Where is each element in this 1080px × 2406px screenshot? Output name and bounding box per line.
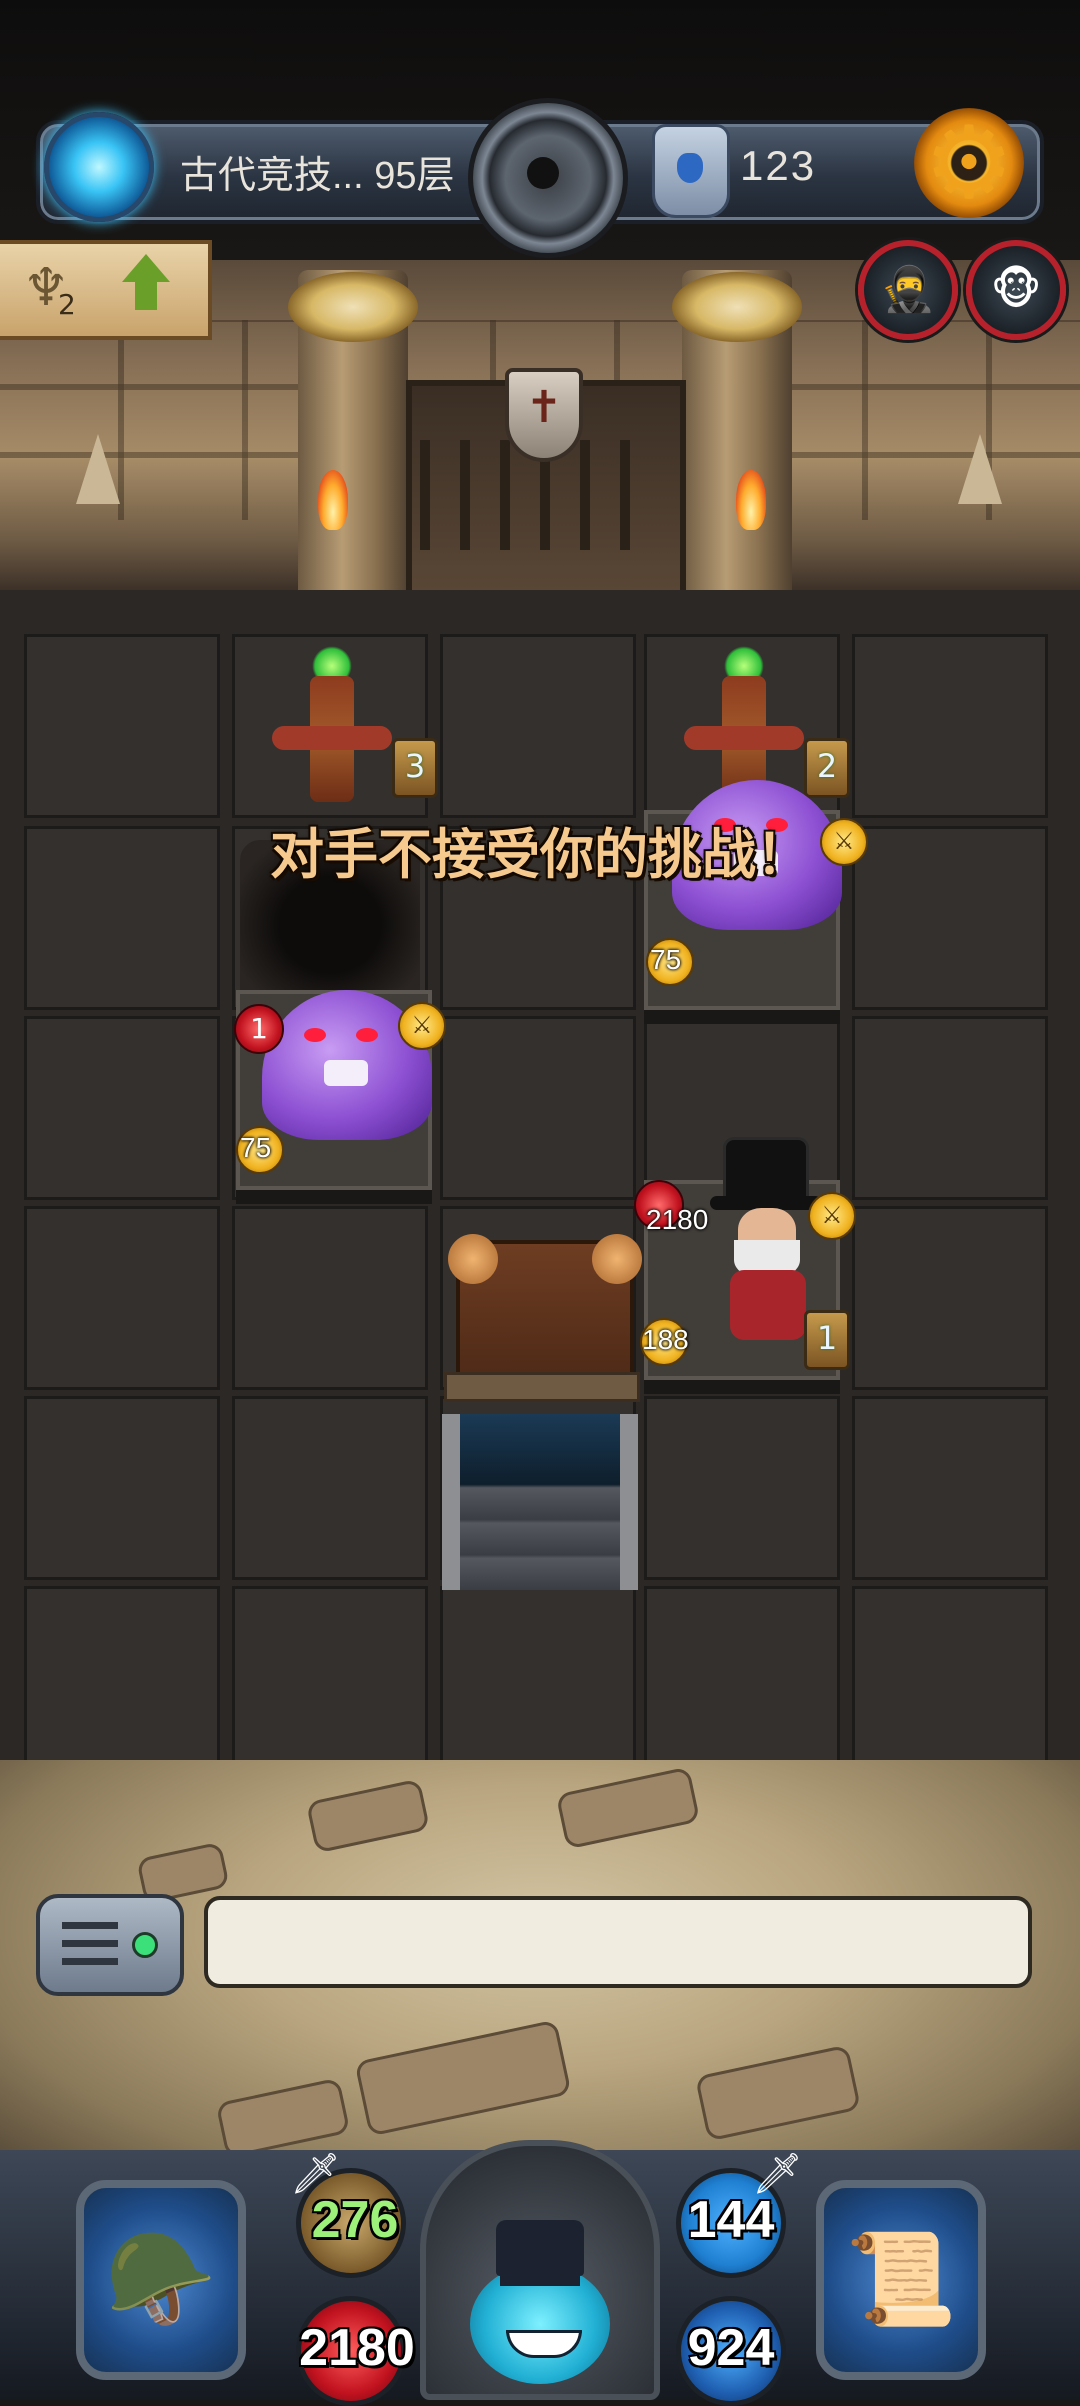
ghost-hp-value: 1 (234, 1004, 284, 1054)
board-tile[interactable] (852, 1396, 1048, 1580)
helmet-compass-icon: 🪖 (104, 2227, 218, 2332)
opponent-avatar-1[interactable]: 🥷 (858, 240, 958, 340)
torch-flame-icon (318, 470, 348, 530)
stairs-down[interactable] (442, 1414, 638, 1590)
status-dot-icon (132, 1932, 158, 1958)
message-box (204, 1896, 1032, 1988)
gear-icon: ⚙ (924, 104, 1014, 221)
sword-badge-icon: ⚔ (398, 1002, 446, 1050)
general-attack-value: 188 (642, 1324, 689, 1355)
up-arrow-icon (116, 254, 176, 318)
board-tile[interactable] (232, 1206, 428, 1390)
torch-flame-icon (736, 470, 766, 530)
board-tile[interactable] (440, 1586, 636, 1770)
masked-face-icon: 🥷 (880, 264, 936, 315)
rune-stone-icon (652, 124, 730, 218)
board-tile[interactable] (24, 1206, 220, 1390)
ghost-eyes (304, 1028, 384, 1048)
totem-wings (272, 726, 392, 750)
totem-counter: 3 (392, 738, 438, 798)
board-tile[interactable] (24, 1586, 220, 1770)
board-tile[interactable] (852, 1586, 1048, 1770)
portal-icon[interactable] (44, 112, 154, 222)
spike-decoration (958, 434, 1002, 504)
settings-button[interactable]: ⚙ (914, 108, 1024, 218)
general-counter: 1 (804, 1310, 850, 1370)
board-tile[interactable] (852, 1206, 1048, 1390)
level-badge[interactable]: ♆ 2 (0, 240, 212, 340)
board-tile[interactable] (24, 1016, 220, 1200)
board-tile[interactable] (644, 1396, 840, 1580)
chat-log-button[interactable] (36, 1894, 184, 1996)
totem-counter: 2 (804, 738, 850, 798)
opponent-avatar-2[interactable]: 🐵 (966, 240, 1066, 340)
ghost-attack-value: 75 (650, 944, 682, 975)
general-body (730, 1270, 806, 1340)
challenge-declined-toast: 对手不接受你的挑战！ (270, 823, 810, 886)
ghost-mouth (324, 1060, 368, 1086)
pillar-cap (672, 272, 802, 342)
hero-defense-value: 144 (687, 2191, 775, 2249)
board-tile[interactable] (24, 634, 220, 818)
totem-wings (684, 726, 804, 750)
ghost-attack-value: 75 (240, 1132, 272, 1163)
equipment-slot[interactable]: 🪖 (76, 2180, 246, 2380)
rune-currency-count: 123 (740, 142, 817, 189)
board-tile[interactable] (24, 1396, 220, 1580)
pillar-cap (288, 272, 418, 342)
sword-badge-icon: ⚔ (808, 1192, 856, 1240)
board-tile[interactable] (440, 634, 636, 818)
spellbook-slot[interactable]: 📜 (816, 2180, 986, 2380)
top-bar: 古代竞技... 95层 123 ⚙ (0, 0, 1080, 258)
board-tile[interactable] (440, 1016, 636, 1200)
shield-icon: ✝ (505, 368, 583, 462)
compass-dial-icon[interactable] (468, 98, 628, 258)
totem-enemy[interactable] (272, 646, 392, 806)
menu-lines-icon (62, 1922, 118, 1966)
board-tile[interactable] (232, 1396, 428, 1580)
level-badge-number: 2 (58, 288, 76, 321)
hero-hp-value: 2180 (299, 2319, 415, 2377)
hero-hat (496, 2220, 584, 2276)
board-tile[interactable] (852, 1016, 1048, 1200)
board-tile[interactable] (852, 634, 1048, 818)
board-tile[interactable] (644, 1586, 840, 1770)
general-enemy[interactable] (686, 1140, 826, 1340)
monkey-face-icon: 🐵 (990, 264, 1042, 315)
spellbook-icon: 📜 (844, 2227, 958, 2332)
general-hp-value: 2180 (646, 1204, 709, 1235)
hero-attack-value: 276 (311, 2191, 399, 2249)
spike-decoration (76, 434, 120, 504)
board-tile[interactable] (232, 1586, 428, 1770)
altar-base (444, 1372, 640, 1402)
top-hat (726, 1140, 806, 1200)
hero-mana-value: 924 (687, 2319, 775, 2377)
hero-face (470, 2264, 610, 2384)
floor-label: 古代竞技... 95层 (180, 155, 455, 197)
